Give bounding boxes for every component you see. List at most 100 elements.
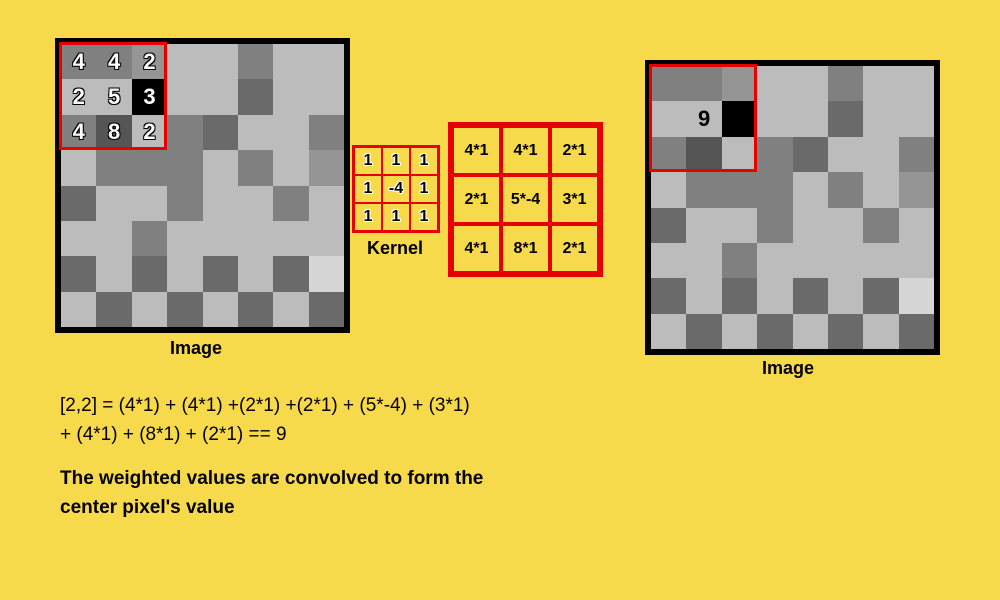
pixel-cell — [722, 208, 757, 243]
pixel-cell: 4 — [61, 44, 96, 79]
result-value: 9 — [698, 106, 710, 132]
pixel-cell — [309, 115, 344, 150]
pixel-cell — [722, 137, 757, 172]
pixel-cell — [132, 292, 167, 327]
kernel-cell: 1 — [354, 147, 382, 175]
pixel-value: 4 — [108, 49, 120, 75]
pixel-cell — [238, 292, 273, 327]
pixel-cell — [651, 101, 686, 136]
pixel-value: 5 — [108, 84, 120, 110]
pixel-cell — [793, 314, 828, 349]
pixel-cell: 4 — [61, 115, 96, 150]
pixel-cell — [238, 256, 273, 291]
pixel-value: 2 — [143, 119, 155, 145]
pixel-cell — [757, 172, 792, 207]
pixel-cell: 4 — [96, 44, 131, 79]
pixel-cell — [899, 208, 934, 243]
pixel-cell: 2 — [132, 115, 167, 150]
pixel-cell — [203, 115, 238, 150]
pixel-cell — [793, 101, 828, 136]
pixel-cell — [273, 115, 308, 150]
pixel-cell — [863, 101, 898, 136]
pixel-cell — [61, 256, 96, 291]
pixel-cell — [309, 44, 344, 79]
pixel-cell — [96, 221, 131, 256]
pixel-cell — [132, 150, 167, 185]
pixel-cell — [273, 186, 308, 221]
pixel-cell — [61, 186, 96, 221]
pixel-cell — [828, 66, 863, 101]
pixel-cell — [273, 150, 308, 185]
pixel-cell — [61, 221, 96, 256]
pixel-cell — [309, 256, 344, 291]
pixel-cell — [309, 292, 344, 327]
pixel-cell — [273, 79, 308, 114]
pixel-cell — [863, 278, 898, 313]
calculation-cell: 4*1 — [501, 126, 550, 175]
pixel-cell — [899, 137, 934, 172]
output-image-label: Image — [762, 358, 814, 379]
pixel-cell — [651, 243, 686, 278]
pixel-cell — [273, 221, 308, 256]
pixel-cell — [651, 66, 686, 101]
kernel-cell: 1 — [354, 175, 382, 203]
pixel-cell — [167, 186, 202, 221]
pixel-cell — [793, 278, 828, 313]
pixel-cell — [651, 172, 686, 207]
pixel-cell — [96, 186, 131, 221]
pixel-cell — [203, 256, 238, 291]
pixel-cell — [793, 137, 828, 172]
pixel-cell — [757, 137, 792, 172]
pixel-cell — [203, 292, 238, 327]
pixel-cell — [793, 172, 828, 207]
pixel-cell — [651, 208, 686, 243]
input-image-grid: 442253482 — [55, 38, 350, 333]
pixel-value: 4 — [73, 119, 85, 145]
pixel-cell — [203, 44, 238, 79]
pixel-cell — [651, 278, 686, 313]
pixel-cell — [828, 101, 863, 136]
pixel-cell — [273, 256, 308, 291]
pixel-cell: 2 — [132, 44, 167, 79]
pixel-cell — [828, 243, 863, 278]
pixel-cell — [828, 278, 863, 313]
pixel-cell — [828, 208, 863, 243]
pixel-cell — [899, 278, 934, 313]
calculation-cell: 2*1 — [550, 126, 599, 175]
pixel-cell — [273, 292, 308, 327]
input-image-label: Image — [170, 338, 222, 359]
pixel-value: 8 — [108, 119, 120, 145]
pixel-cell — [863, 66, 898, 101]
pixel-value: 3 — [143, 84, 155, 110]
pixel-cell — [686, 137, 721, 172]
pixel-cell — [238, 79, 273, 114]
pixel-cell: 2 — [61, 79, 96, 114]
pixel-cell — [203, 79, 238, 114]
pixel-cell — [651, 137, 686, 172]
pixel-cell — [273, 44, 308, 79]
pixel-cell — [238, 44, 273, 79]
pixel-cell — [309, 150, 344, 185]
pixel-cell — [167, 292, 202, 327]
pixel-cell — [686, 172, 721, 207]
kernel-cell: 1 — [410, 147, 438, 175]
pixel-cell — [203, 221, 238, 256]
calculation-cell: 2*1 — [550, 224, 599, 273]
pixel-cell — [793, 66, 828, 101]
pixel-cell — [899, 243, 934, 278]
pixel-cell — [96, 292, 131, 327]
pixel-cell — [167, 115, 202, 150]
pixel-cell — [722, 101, 757, 136]
pixel-cell — [828, 172, 863, 207]
output-image-grid: 9 — [645, 60, 940, 355]
pixel-cell — [722, 243, 757, 278]
pixel-cell — [828, 314, 863, 349]
pixel-cell — [132, 186, 167, 221]
pixel-cell — [863, 137, 898, 172]
kernel-cell: 1 — [354, 203, 382, 231]
equation-text: [2,2] = (4*1) + (4*1) +(2*1) +(2*1) + (5… — [60, 392, 580, 449]
pixel-cell — [132, 256, 167, 291]
pixel-cell — [238, 186, 273, 221]
pixel-cell — [793, 243, 828, 278]
pixel-cell — [828, 137, 863, 172]
